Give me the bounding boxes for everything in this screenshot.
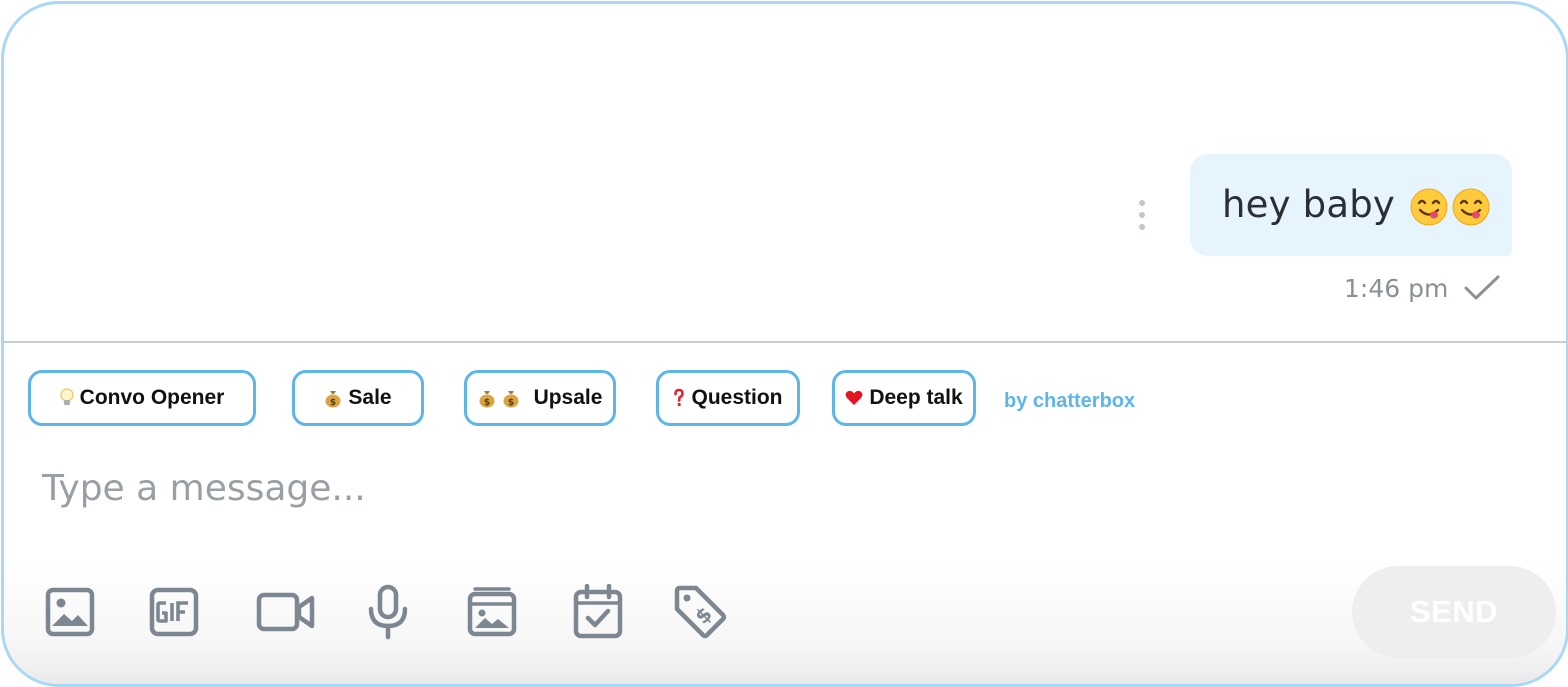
message-bubble: hey baby [1190, 154, 1512, 256]
question-mark-icon [673, 388, 685, 408]
chip-label: Question [691, 386, 783, 409]
quick-reply-convo-opener[interactable]: Convo Opener [28, 370, 256, 426]
sent-check-icon [1464, 275, 1500, 300]
chip-label: Deep talk [869, 386, 963, 409]
divider [4, 341, 1566, 343]
price-tag-icon[interactable]: $ [672, 584, 728, 640]
toolbar-background [4, 564, 1566, 684]
quick-reply-upsale[interactable]: $ $ Upsale [464, 370, 616, 426]
svg-text:$: $ [330, 398, 336, 408]
svg-text:$: $ [483, 398, 489, 408]
image-icon[interactable] [42, 584, 98, 640]
lightbulb-icon [60, 388, 74, 408]
chip-label: Sale [348, 386, 392, 409]
schedule-icon[interactable] [570, 584, 626, 640]
quick-reply-sale[interactable]: $ Sale [292, 370, 424, 426]
heart-icon [845, 390, 863, 406]
message-text: hey baby [1222, 183, 1491, 227]
money-bag-icon: $ [324, 388, 342, 408]
vault-icon[interactable] [464, 584, 520, 640]
message-time: 1:46 pm [1344, 273, 1449, 303]
quick-reply-question[interactable]: Question [656, 370, 800, 426]
message-meta: 1:46 pm [1344, 268, 1502, 308]
chat-window: hey baby 1:46 pm Convo Opener $ Sale $ $… [1, 1, 1568, 687]
quick-reply-deep-talk[interactable]: Deep talk [832, 370, 976, 426]
send-button[interactable]: SEND [1352, 566, 1556, 658]
chip-label: Convo Opener [79, 386, 225, 409]
money-bag-icon: $ [502, 388, 520, 408]
attribution-link[interactable]: by chatterbox [1004, 390, 1135, 413]
message-input[interactable] [42, 456, 1142, 520]
yum-emoji-icon [1452, 188, 1490, 226]
svg-text:$: $ [507, 398, 513, 408]
money-bag-icon: $ [478, 388, 496, 408]
gif-icon[interactable] [146, 584, 202, 640]
microphone-icon[interactable] [360, 584, 416, 640]
message-options-icon[interactable] [1130, 198, 1154, 232]
video-icon[interactable] [254, 584, 318, 640]
yum-emoji-icon [1410, 188, 1448, 226]
chip-label: Upsale [533, 386, 603, 409]
